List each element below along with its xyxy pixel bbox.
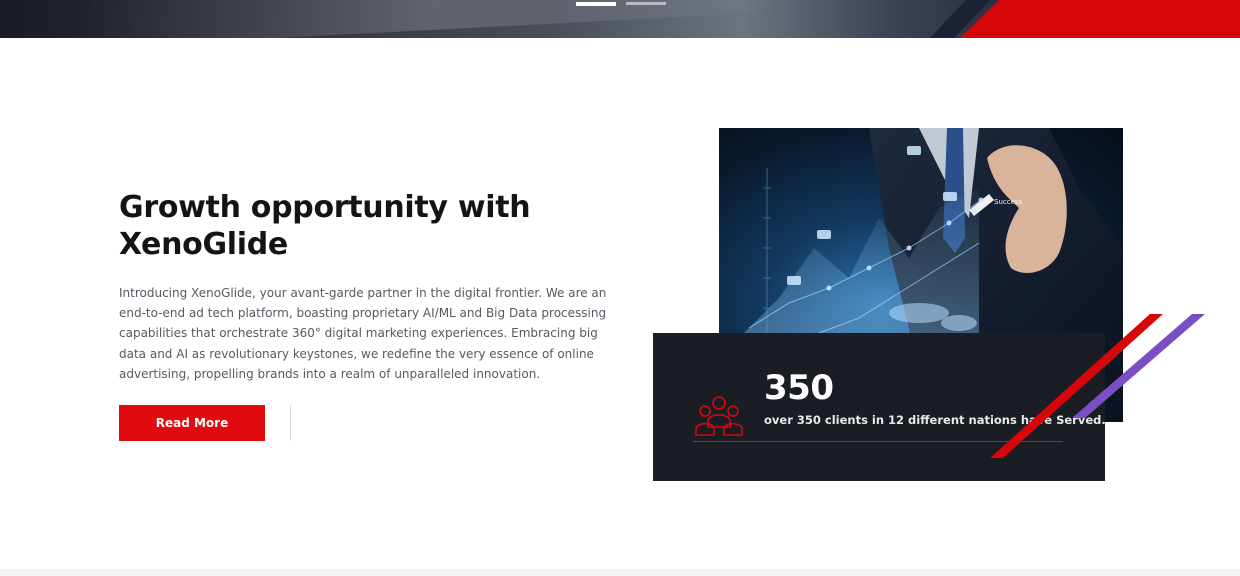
hero-red-wedge xyxy=(960,0,1240,38)
cta-divider xyxy=(290,405,291,441)
stat-number: 350 xyxy=(764,368,834,408)
read-more-button[interactable]: Read More xyxy=(119,405,265,441)
next-section-edge xyxy=(0,569,1240,576)
slider-dot-1[interactable] xyxy=(576,2,616,6)
hero-banner-strip xyxy=(0,0,1240,38)
section-heading: Growth opportunity with XenoGlide xyxy=(119,190,531,262)
slider-pagination xyxy=(576,2,666,6)
slider-dot-2[interactable] xyxy=(626,2,666,5)
image-overlay-text: Success xyxy=(994,198,1023,206)
section-description: Introducing XenoGlide, your avant-garde … xyxy=(119,286,607,381)
clients-group-icon xyxy=(695,396,743,436)
hero-sheen xyxy=(78,0,782,38)
diagonal-accent-stripes xyxy=(990,314,1205,458)
